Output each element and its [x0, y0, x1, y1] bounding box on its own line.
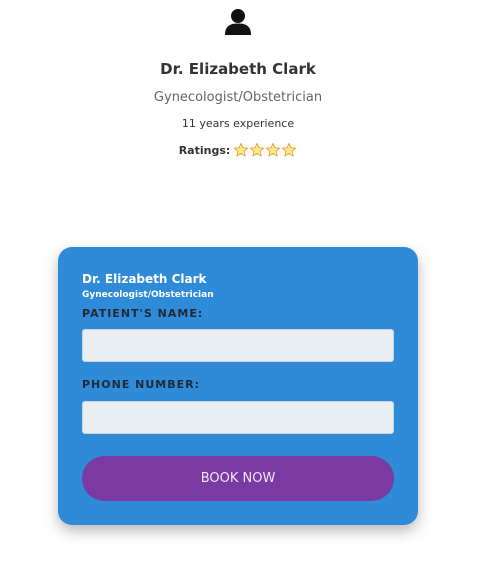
doctor-experience: 11 years experience — [181, 117, 295, 130]
star-icon — [234, 142, 249, 157]
doctor-name: Dr. Elizabeth Clark — [160, 60, 316, 78]
phone-number-input[interactable] — [82, 401, 394, 434]
star-icon — [266, 142, 281, 157]
rating-stars — [233, 142, 297, 158]
star-icon — [250, 142, 265, 157]
star-icon — [282, 142, 297, 157]
ratings-row: Ratings: — [0, 142, 476, 158]
doctor-specialty: Gynecologist/Obstetrician — [153, 90, 323, 105]
phone-number-label: PHONE NUMBER: — [82, 378, 201, 391]
card-doctor-name: Dr. Elizabeth Clark — [82, 272, 207, 286]
patient-name-input[interactable] — [82, 329, 394, 362]
card-doctor-specialty: Gynecologist/Obstetrician — [82, 290, 214, 300]
book-now-button[interactable]: BOOK NOW — [82, 456, 394, 501]
booking-card: Dr. Elizabeth Clark Gynecologist/Obstetr… — [58, 247, 418, 525]
user-icon — [225, 9, 251, 35]
patient-name-label: PATIENT'S NAME: — [82, 307, 204, 320]
ratings-label: Ratings: — [178, 143, 231, 157]
